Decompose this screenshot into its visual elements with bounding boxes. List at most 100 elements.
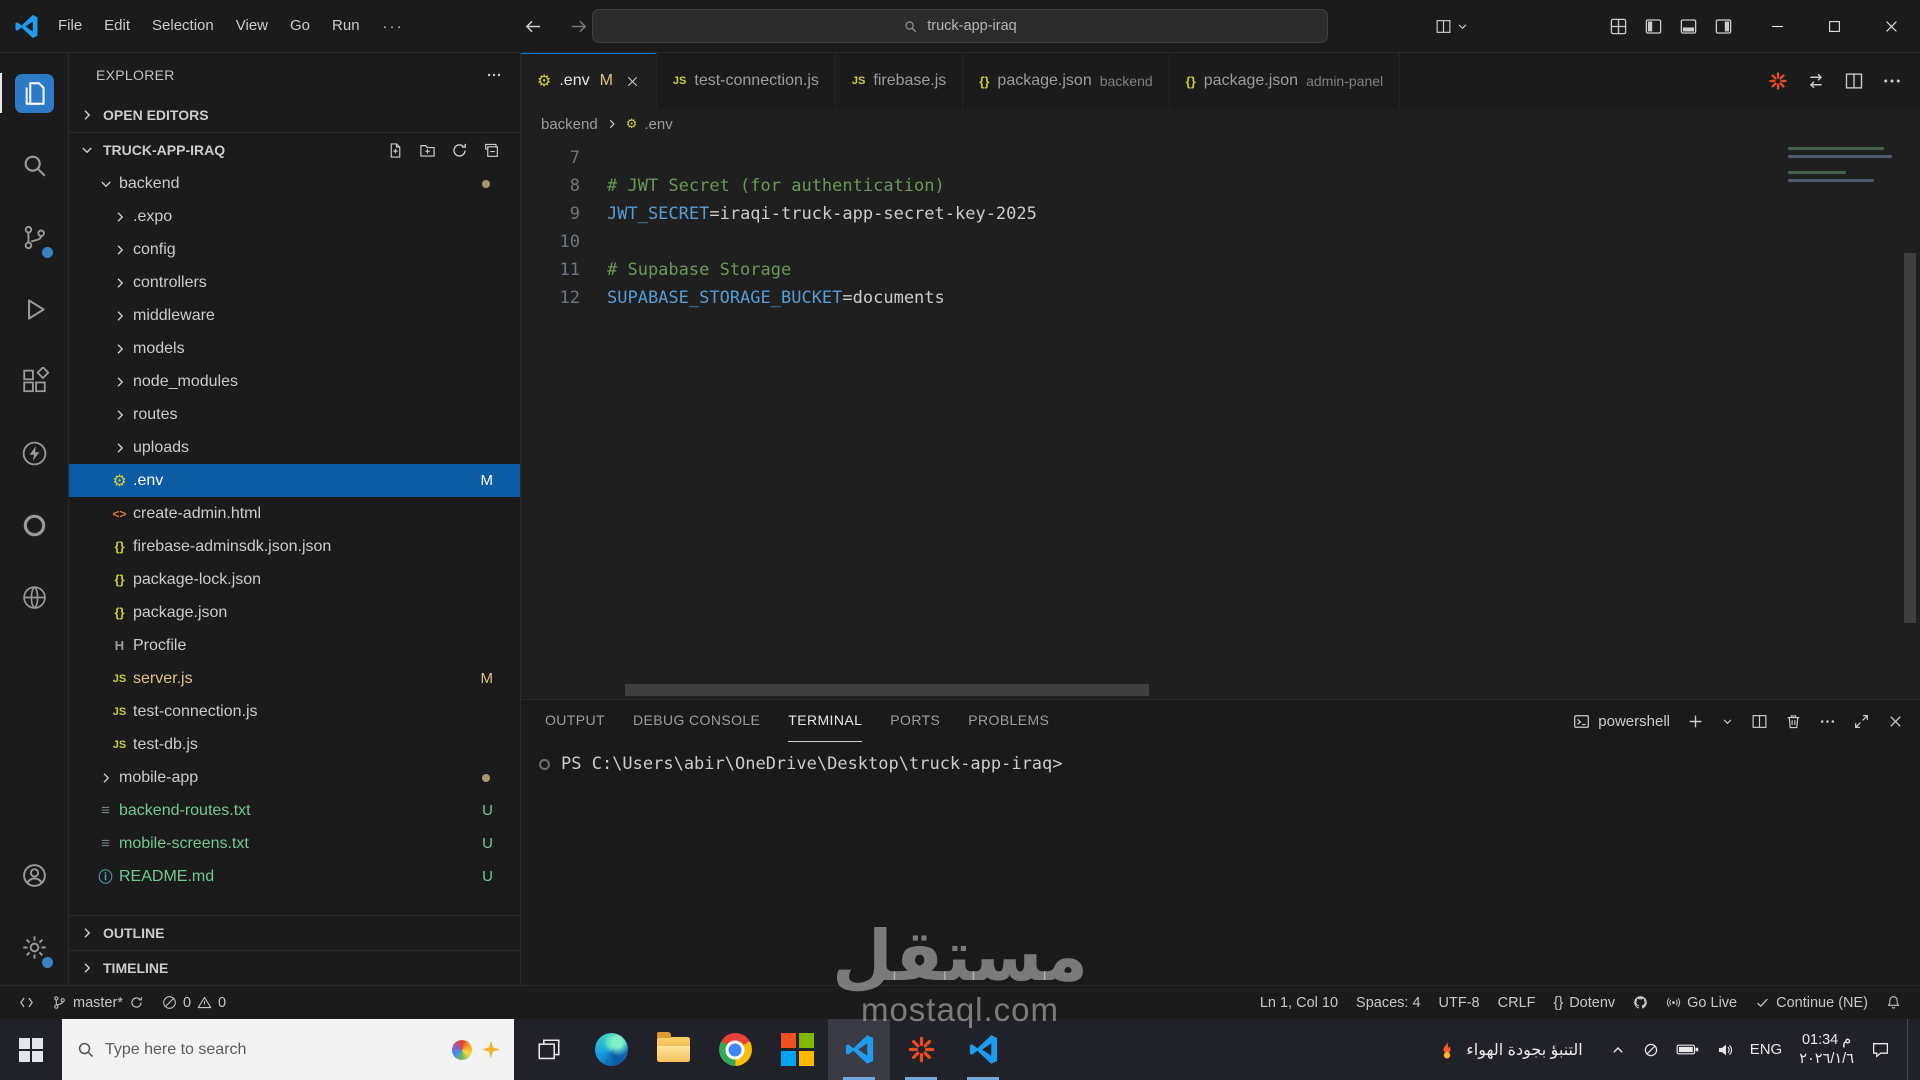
terminal-shell-selector[interactable]: powershell [1573, 713, 1670, 730]
taskbar-app-edge[interactable] [580, 1019, 642, 1080]
taskbar-app-vscode[interactable] [828, 1019, 890, 1080]
menu-overflow-button[interactable]: ··· [371, 18, 416, 35]
hidden-icons-chevron-icon[interactable] [1610, 1042, 1626, 1058]
taskbar-app-augment[interactable] [890, 1019, 952, 1080]
taskbar-app-task-view[interactable] [518, 1019, 580, 1080]
activity-settings[interactable] [0, 911, 68, 983]
customize-layout-icon[interactable] [1609, 17, 1628, 36]
encoding[interactable]: UTF-8 [1430, 986, 1489, 1019]
tree-item-Procfile[interactable]: H Procfile [69, 629, 520, 662]
tree-item-config[interactable]: config [69, 233, 520, 266]
tree-item-.expo[interactable]: .expo [69, 200, 520, 233]
maximize-button[interactable] [1806, 0, 1863, 52]
terminal-more-icon[interactable] [1819, 713, 1836, 730]
panel-tab-output[interactable]: OUTPUT [545, 700, 605, 742]
breadcrumb-folder[interactable]: backend [541, 116, 598, 133]
tree-item-package.json[interactable]: {} package.json [69, 596, 520, 629]
window-layout-dropdown[interactable] [1435, 18, 1469, 35]
editor-more-actions-icon[interactable] [1882, 71, 1902, 91]
tree-item-routes[interactable]: routes [69, 398, 520, 431]
tree-item-README.md[interactable]: ⓘ README.md U [69, 860, 520, 893]
activity-globe[interactable] [0, 561, 68, 633]
split-editor-icon[interactable] [1844, 71, 1864, 91]
taskbar-app-microsoft[interactable] [766, 1019, 828, 1080]
toggle-secondary-sidebar-icon[interactable] [1714, 17, 1733, 36]
taskbar-app-vscode-2[interactable] [952, 1019, 1014, 1080]
activity-source-control[interactable] [0, 201, 68, 273]
tree-item-test-connection.js[interactable]: JS test-connection.js [69, 695, 520, 728]
search-highlights-icon[interactable] [452, 1039, 472, 1060]
tree-item-firebase-adminsdk.json.json[interactable]: {} firebase-adminsdk.json.json [69, 530, 520, 563]
back-arrow-icon[interactable] [524, 17, 543, 36]
taskbar-app-chrome[interactable] [704, 1019, 766, 1080]
tree-item-uploads[interactable]: uploads [69, 431, 520, 464]
editor-tab-.env[interactable]: ⚙ .env M [521, 53, 657, 109]
menu-file[interactable]: File [47, 0, 93, 52]
tree-item-middleware[interactable]: middleware [69, 299, 520, 332]
taskbar-app-file-explorer[interactable] [642, 1019, 704, 1080]
tree-item-models[interactable]: models [69, 332, 520, 365]
problems-status[interactable]: 0 0 [153, 986, 235, 1019]
weather-widget[interactable]: التنبؤ بجودة الهواء [1427, 1019, 1592, 1080]
timeline-section[interactable]: TIMELINE [69, 950, 520, 985]
refresh-explorer-icon[interactable] [451, 142, 468, 159]
breadcrumb-file[interactable]: .env [644, 116, 672, 133]
panel-tab-problems[interactable]: PROBLEMS [968, 700, 1049, 742]
editor-tab-test-connection.js[interactable]: JS test-connection.js [656, 53, 836, 109]
tree-item-backend[interactable]: backend [69, 167, 520, 200]
activity-extensions[interactable] [0, 345, 68, 417]
split-terminal-icon[interactable] [1751, 713, 1768, 730]
panel-tab-debug-console[interactable]: DEBUG CONSOLE [633, 700, 760, 742]
cursor-position[interactable]: Ln 1, Col 10 [1251, 986, 1347, 1019]
terminal-dropdown-icon[interactable] [1721, 715, 1734, 728]
scrollbar-thumb[interactable] [1904, 253, 1916, 623]
close-panel-icon[interactable] [1887, 713, 1904, 730]
new-terminal-icon[interactable] [1687, 713, 1704, 730]
end-of-line[interactable]: CRLF [1489, 986, 1545, 1019]
new-folder-icon[interactable] [419, 142, 436, 159]
go-live-button[interactable]: Go Live [1657, 986, 1746, 1019]
tree-item-test-db.js[interactable]: JS test-db.js [69, 728, 520, 761]
project-section-header[interactable]: TRUCK-APP-IRAQ [69, 132, 520, 167]
extension-starburst-icon[interactable] [1768, 71, 1788, 91]
editor-tab-firebase.js[interactable]: JS firebase.js [835, 53, 964, 109]
taskbar-search-box[interactable] [62, 1019, 514, 1080]
activity-search[interactable] [0, 129, 68, 201]
toggle-panel-icon[interactable] [1679, 17, 1698, 36]
new-file-icon[interactable] [387, 142, 404, 159]
close-tab-icon[interactable] [625, 74, 640, 89]
activity-ring[interactable] [0, 489, 68, 561]
tree-item-.env[interactable]: ⚙ .env M [69, 464, 520, 497]
minimap[interactable] [1788, 147, 1896, 187]
menu-view[interactable]: View [225, 0, 279, 52]
code-editor[interactable]: 7 8 # JWT Secret (for authentication) 9 JWT_… [521, 139, 1920, 699]
notifications-bell-icon[interactable] [1877, 986, 1910, 1019]
clock[interactable]: 01:34 م ٢٠٢٦/١/٦ [1799, 1031, 1854, 1069]
editor-tab-package.json-admin-panel[interactable]: {} package.json admin-panel [1169, 53, 1401, 109]
tree-item-mobile-app[interactable]: mobile-app [69, 761, 520, 794]
breadcrumb[interactable]: backend ⚙ .env [521, 109, 1920, 139]
tree-item-create-admin.html[interactable]: <> create-admin.html [69, 497, 520, 530]
search-input[interactable] [105, 1040, 442, 1059]
keyboard-language[interactable]: ENG [1750, 1041, 1783, 1058]
menu-edit[interactable]: Edit [93, 0, 141, 52]
menu-selection[interactable]: Selection [141, 0, 225, 52]
compare-changes-icon[interactable] [1806, 71, 1826, 91]
indentation[interactable]: Spaces: 4 [1347, 986, 1430, 1019]
vertical-scrollbar[interactable] [1904, 139, 1918, 699]
do-not-disturb-icon[interactable] [1643, 1042, 1659, 1058]
open-editors-section[interactable]: OPEN EDITORS [69, 97, 520, 132]
battery-icon[interactable] [1676, 1043, 1700, 1056]
remote-indicator-icon[interactable] [10, 986, 43, 1019]
menu-run[interactable]: Run [321, 0, 371, 52]
terminal[interactable]: PS C:\Users\abir\OneDrive\Desktop\truck-… [521, 742, 1920, 985]
editor-tab-package.json-backend[interactable]: {} package.json backend [963, 53, 1170, 109]
forward-arrow-icon[interactable] [569, 17, 588, 36]
activity-explorer[interactable] [0, 57, 68, 129]
activity-thunder-client[interactable] [0, 417, 68, 489]
horizontal-scrollbar-thumb[interactable] [625, 684, 1149, 696]
tree-item-backend-routes.txt[interactable]: ≡ backend-routes.txt U [69, 794, 520, 827]
close-window-button[interactable] [1863, 0, 1920, 52]
continue-extension-button[interactable]: Continue (NE) [1746, 986, 1877, 1019]
tree-item-node_modules[interactable]: node_modules [69, 365, 520, 398]
